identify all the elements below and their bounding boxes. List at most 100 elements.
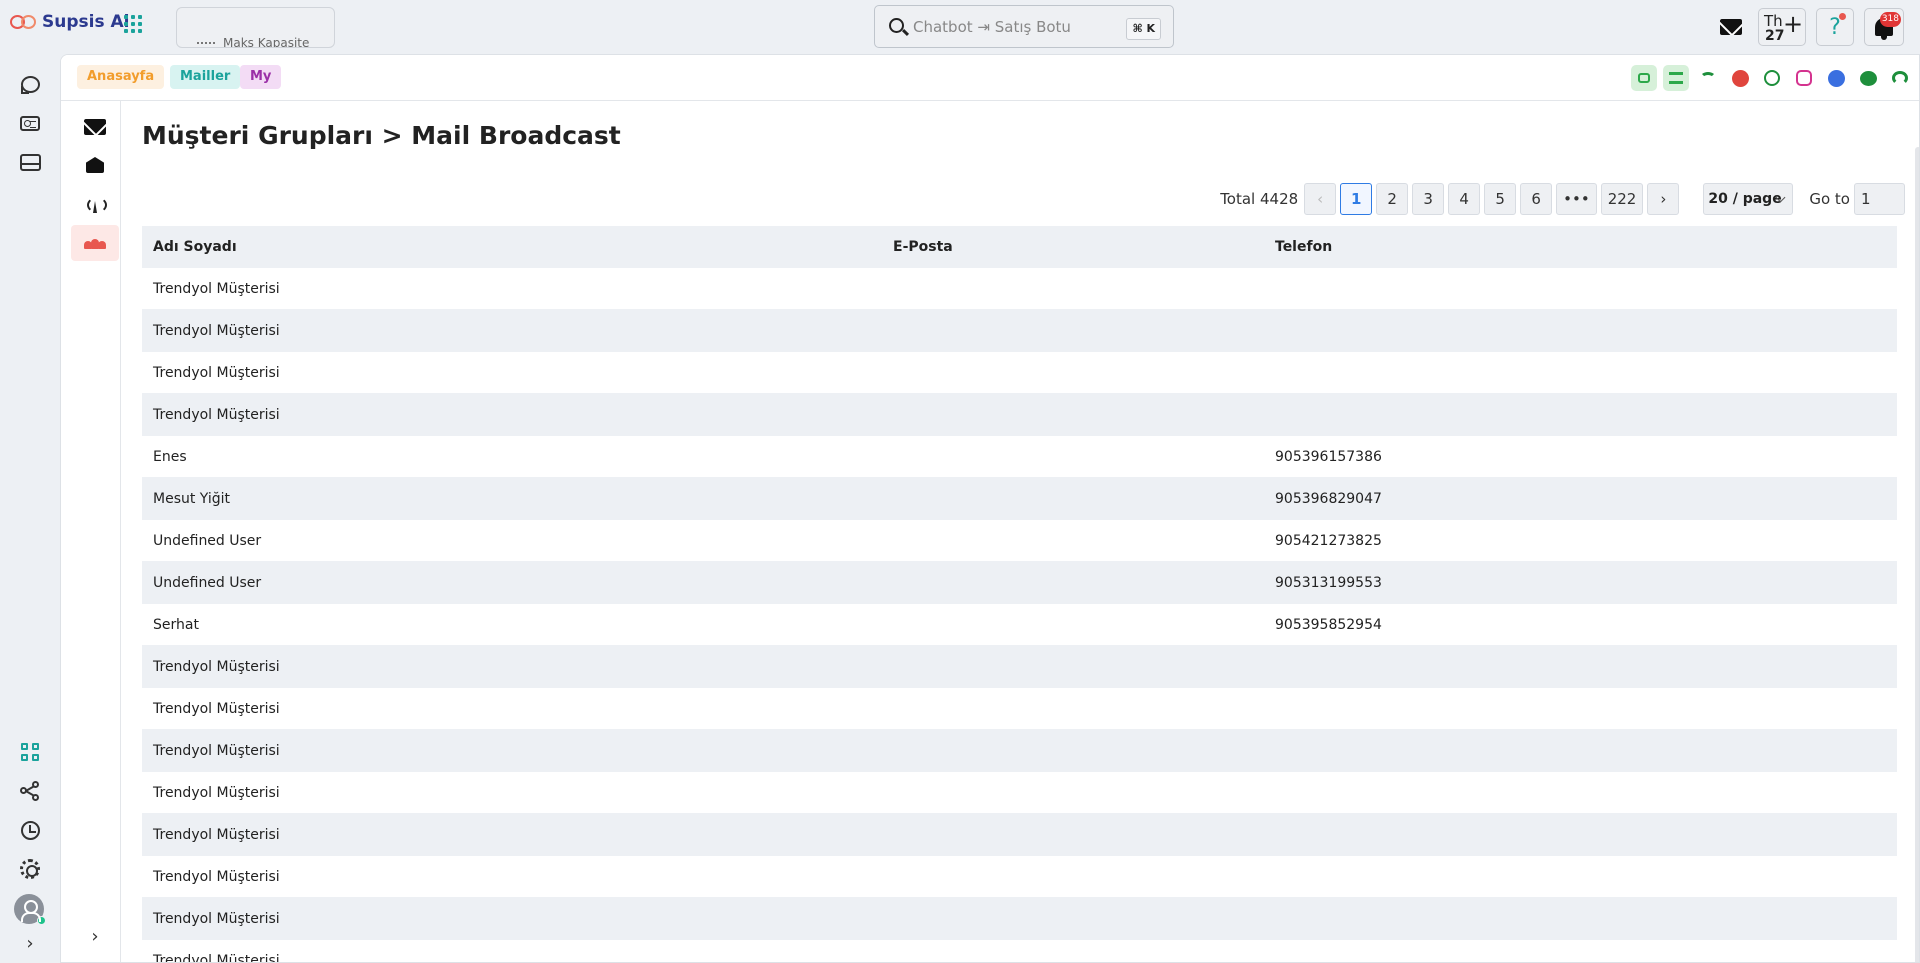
cell-name: Undefined User (153, 574, 262, 591)
help-indicator-dot (1839, 13, 1846, 20)
app-logo[interactable]: Supsis Ai (10, 12, 129, 32)
cell-phone: 905396157386 (1275, 448, 1382, 465)
page-button-6[interactable]: 6 (1520, 183, 1553, 215)
column-header-name[interactable]: Adı Soyadı (142, 239, 882, 255)
share-icon (20, 781, 40, 801)
cell-name: Trendyol Müşterisi (153, 322, 280, 339)
table-row[interactable]: Trendyol Müşterisi (142, 688, 1897, 730)
cell-phone: 905421273825 (1275, 532, 1382, 549)
table-row[interactable]: Trendyol Müşterisi (142, 310, 1897, 352)
page-size-select[interactable]: 20 / page (1703, 183, 1794, 215)
contact-card-icon (20, 115, 40, 131)
logo-mark-icon (10, 12, 38, 32)
cell-name: Trendyol Müşterisi (153, 952, 280, 963)
cell-name: Enes (153, 448, 187, 465)
table-row[interactable]: Trendyol Müşterisi (142, 940, 1897, 963)
page-button-last[interactable]: 222 (1600, 183, 1644, 215)
open-mail-icon (86, 157, 104, 173)
rail-share-button[interactable] (15, 776, 45, 806)
subnav-customer-groups-button[interactable] (71, 225, 119, 261)
table-row[interactable]: Trendyol Müşterisi (142, 898, 1897, 940)
next-page-button[interactable]: › (1647, 183, 1680, 215)
wifi-icon[interactable] (1695, 65, 1721, 91)
page-ellipsis-button[interactable]: ••• (1556, 183, 1597, 215)
table-row[interactable]: Serhat 905395852954 (142, 604, 1897, 646)
subnav-open-mail-button[interactable] (71, 147, 119, 183)
user-avatar[interactable] (14, 894, 46, 925)
customers-table: Adı Soyadı E-Posta Telefon Trendyol Müşt… (142, 226, 1897, 963)
column-header-email[interactable]: E-Posta (882, 239, 1264, 255)
page-title: Müşteri Grupları > Mail Broadcast (142, 121, 621, 150)
search-icon (889, 18, 904, 33)
help-button[interactable]: ? (1816, 8, 1854, 46)
mail-icon (84, 119, 106, 135)
table-row[interactable]: Undefined User 905421273825 (142, 520, 1897, 562)
total-count: Total 4428 (1220, 190, 1299, 208)
channel-icons (1631, 65, 1913, 91)
table-row[interactable]: Trendyol Müşterisi (142, 856, 1897, 898)
search-box[interactable]: Chatbot ⇥ Satış Botu ⌘ K (874, 5, 1174, 48)
search-placeholder: Chatbot ⇥ Satış Botu (913, 18, 1071, 36)
table-row[interactable]: Trendyol Müşterisi (142, 394, 1897, 436)
instagram-icon[interactable] (1791, 65, 1817, 91)
table-row[interactable]: Trendyol Müşterisi (142, 646, 1897, 688)
table-row[interactable]: Trendyol Müşterisi (142, 772, 1897, 814)
table-row[interactable]: Enes 905396157386 (142, 436, 1897, 478)
people-icon (84, 237, 106, 249)
tab-my[interactable]: My (240, 65, 282, 89)
goto-input[interactable] (1854, 183, 1905, 215)
subnav-mail-button[interactable] (71, 109, 119, 145)
telegram-icon[interactable] (1727, 65, 1753, 91)
tab-mailler[interactable]: Mailler (170, 65, 241, 89)
page-button-4[interactable]: 4 (1448, 183, 1481, 215)
subnav-expand-button[interactable]: › (71, 918, 119, 954)
bot-icon[interactable] (1631, 65, 1657, 91)
prev-page-button[interactable]: ‹ (1304, 183, 1337, 215)
page-button-1[interactable]: 1 (1340, 183, 1373, 215)
tab-anasayfa[interactable]: Anasayfa (77, 65, 165, 89)
cell-phone: 905395852954 (1275, 616, 1382, 633)
cell-name: Trendyol Müşterisi (153, 280, 280, 297)
column-header-phone[interactable]: Telefon (1264, 239, 1897, 255)
table-row[interactable]: Trendyol Müşterisi (142, 730, 1897, 772)
table-row[interactable]: Mesut Yiğit 905396829047 (142, 478, 1897, 520)
calendar-day-label: Th (1764, 12, 1783, 30)
rail-dashboard-button[interactable] (15, 737, 45, 767)
scrollbar[interactable] (1915, 147, 1919, 962)
page-button-3[interactable]: 3 (1412, 183, 1445, 215)
goto-label: Go to (1809, 190, 1850, 208)
capacity-widget[interactable]: Maks Kapasite (176, 7, 335, 48)
left-rail: › (0, 54, 60, 963)
rail-contacts-button[interactable] (15, 108, 45, 138)
content-area: Müşteri Grupları > Mail Broadcast Total … (142, 101, 1919, 963)
cell-phone: 905313199553 (1275, 574, 1382, 591)
clock-icon (20, 820, 40, 840)
page-button-2[interactable]: 2 (1376, 183, 1409, 215)
online-status-dot (37, 916, 46, 925)
sms-icon[interactable] (1855, 65, 1881, 91)
rail-chat-button[interactable] (15, 69, 45, 99)
page-button-5[interactable]: 5 (1484, 183, 1517, 215)
subnav-broadcast-button[interactable] (71, 186, 119, 222)
table-body: Trendyol Müşterisi Trendyol Müşterisi Tren… (142, 268, 1897, 963)
rail-expand-button[interactable]: › (15, 928, 45, 958)
cell-name: Trendyol Müşterisi (153, 868, 280, 885)
chevron-right-icon: › (1660, 190, 1667, 208)
calendar-add-button[interactable]: Th 27 + (1758, 8, 1806, 46)
apps-grid-icon[interactable] (124, 15, 142, 33)
notifications-button[interactable]: 318 (1864, 8, 1904, 46)
table-row[interactable]: Undefined User 905313199553 (142, 562, 1897, 604)
main-panel: Anasayfa Mailler My › Müşteri Grupları >… (60, 54, 1920, 963)
table-row[interactable]: Trendyol Müşterisi (142, 352, 1897, 394)
messenger-icon[interactable] (1823, 65, 1849, 91)
headset-icon[interactable] (1887, 65, 1913, 91)
table-row[interactable]: Trendyol Müşterisi (142, 814, 1897, 856)
mail-button[interactable] (1716, 8, 1746, 46)
cell-name: Trendyol Müşterisi (153, 406, 280, 423)
rail-history-button[interactable] (15, 815, 45, 845)
table-row[interactable]: Trendyol Müşterisi (142, 268, 1897, 310)
rail-settings-button[interactable] (15, 854, 45, 884)
list-icon[interactable] (1663, 65, 1689, 91)
rail-inbox-button[interactable] (15, 147, 45, 177)
whatsapp-icon[interactable] (1759, 65, 1785, 91)
